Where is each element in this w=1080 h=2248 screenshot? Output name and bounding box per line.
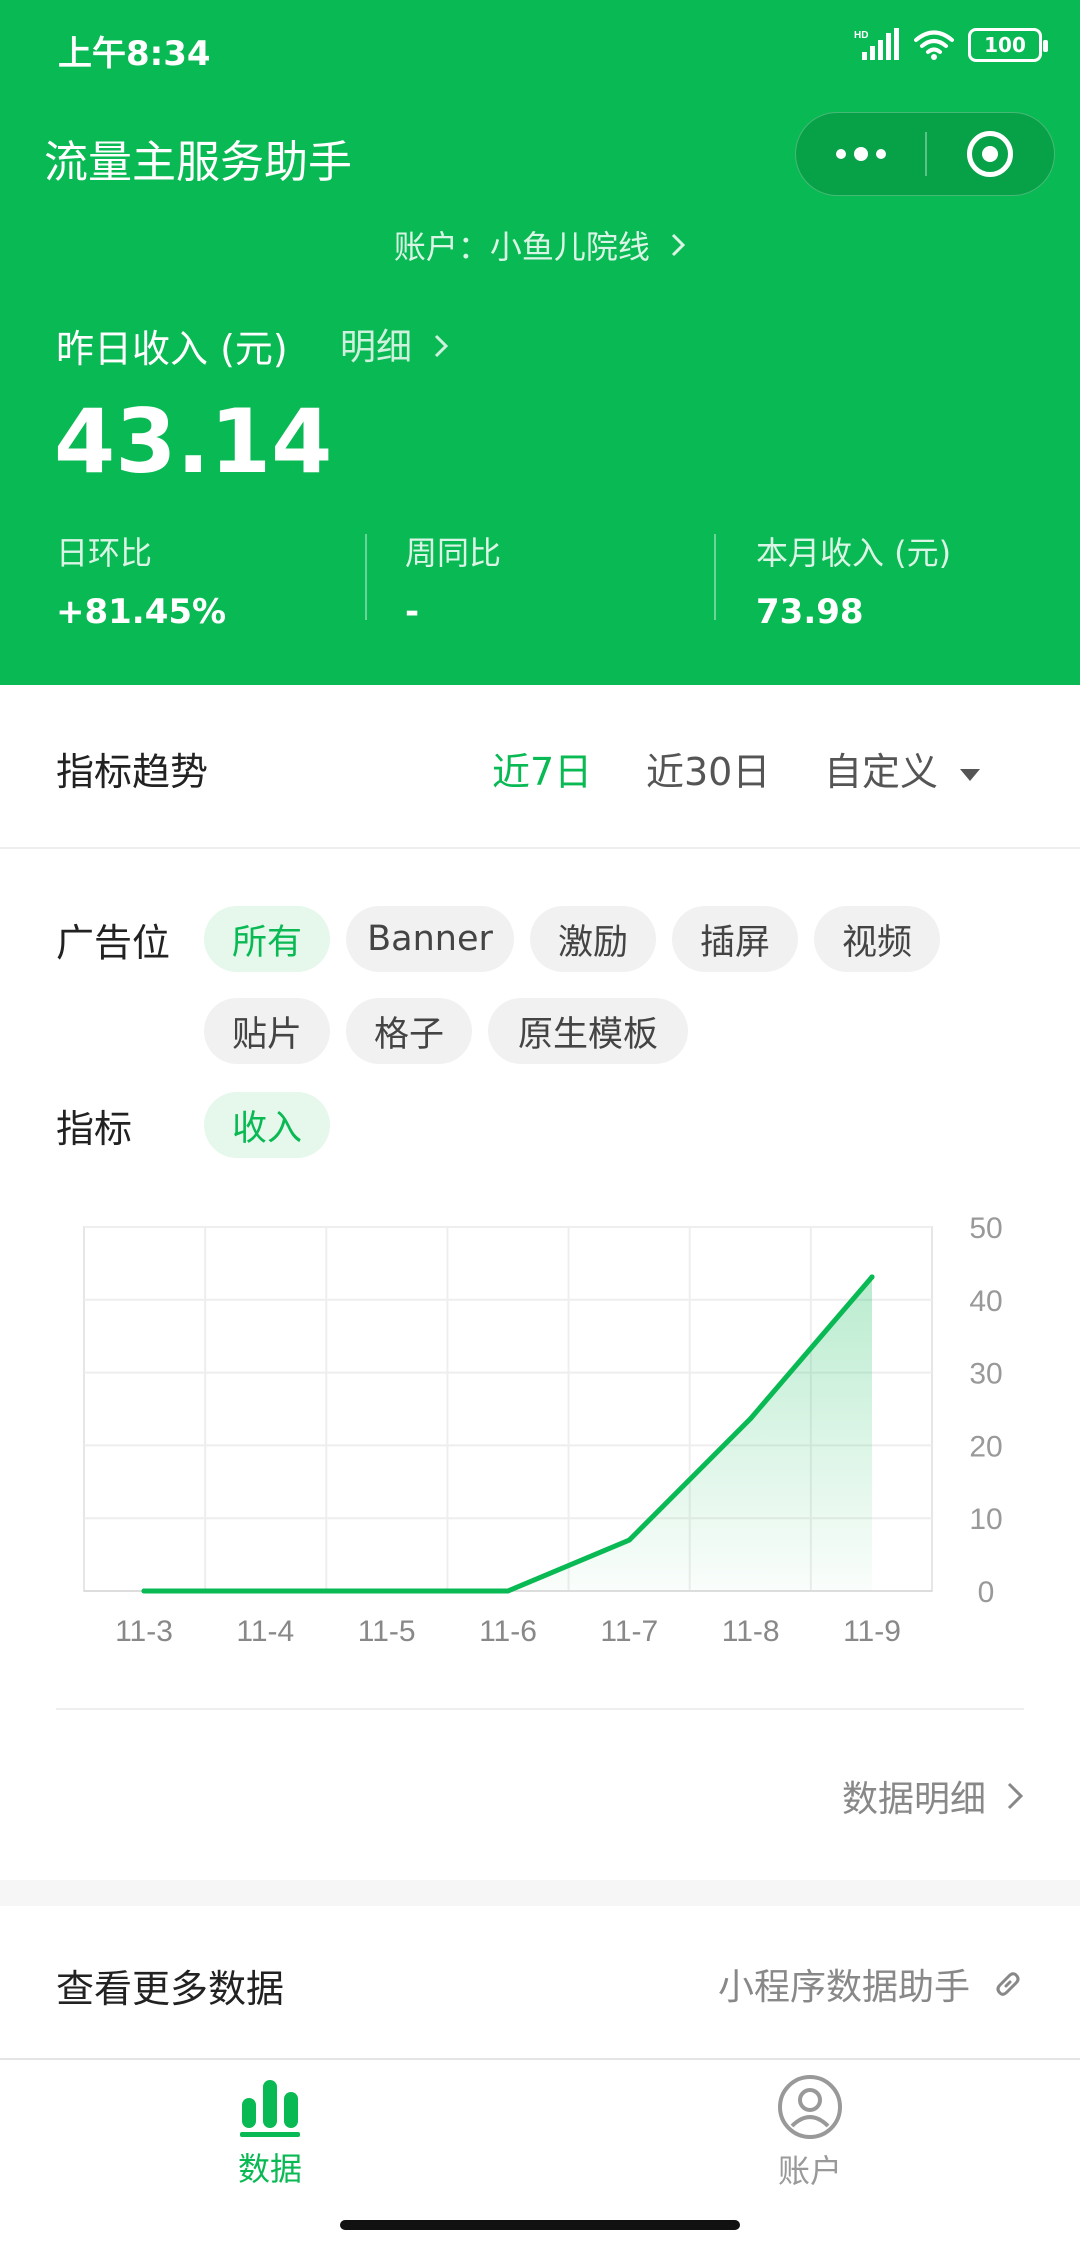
tab-account-label: 账户 (777, 2152, 842, 2190)
trend-header: 指标趋势 近7日 近30日 自定义 (0, 685, 1080, 849)
trend-title: 指标趋势 (56, 750, 209, 794)
stat-label: 日环比 (56, 534, 153, 572)
stat-value: +81.45% (56, 592, 227, 632)
stat-month-income: 本月收入 (元) 73.98 (756, 528, 951, 632)
link-icon (996, 1972, 1020, 1996)
more-button[interactable] (796, 147, 925, 161)
income-trend-chart: 0 10 20 30 40 50 11-3 11-4 11-5 11-6 11-7 11-8 11-9 (83, 1212, 1003, 1648)
chip-ad-incentive[interactable]: 激励 (530, 906, 656, 972)
chevron-right-icon (672, 233, 686, 257)
more-dot-icon (875, 149, 886, 159)
range-tab-7d[interactable]: 近7日 (492, 741, 592, 796)
tab-data-label: 数据 (237, 2150, 302, 2188)
x-tick-label: 11-5 (358, 1615, 416, 1648)
metric-label: 指标 (56, 1107, 133, 1151)
ad-slot-label: 广告位 (56, 921, 171, 965)
chip-ad-banner[interactable]: Banner (346, 906, 514, 972)
stat-week-over-week: 周同比 - (405, 528, 501, 632)
chip-ad-all[interactable]: 所有 (204, 906, 330, 972)
wifi-icon (914, 30, 954, 60)
x-tick-label: 11-8 (722, 1615, 780, 1648)
tab-account[interactable]: 账户 (710, 2074, 910, 2192)
close-icon (967, 131, 1014, 177)
bottom-tabbar: 数据 账户 (0, 2058, 1080, 2204)
y-tick-label: 10 (969, 1503, 1002, 1536)
data-point (748, 1415, 754, 1421)
x-tick-label: 11-4 (236, 1615, 294, 1648)
caret-down-icon (960, 768, 981, 781)
close-button[interactable] (927, 131, 1054, 177)
chip-ad-patch[interactable]: 贴片 (204, 998, 330, 1064)
more-link-label: 小程序数据助手 (717, 1967, 970, 2008)
svg-text:HD: HD (854, 30, 868, 41)
signal-icon: HD (854, 28, 899, 60)
data-point (869, 1274, 875, 1280)
yesterday-income-value: 43.14 (54, 390, 333, 493)
range-tab-custom[interactable]: 自定义 (824, 741, 981, 796)
data-point (626, 1537, 632, 1543)
bar-chart-icon (240, 2080, 300, 2137)
account-switcher[interactable]: 账户：小鱼儿院线 (0, 222, 1080, 268)
income-stats: 日环比 +81.45% 周同比 - 本月收入 (元) 73.98 (0, 528, 1080, 632)
data-point (505, 1588, 511, 1594)
more-dot-icon (853, 147, 868, 161)
more-data-title: 查看更多数据 (56, 1967, 285, 2011)
y-tick-label: 0 (978, 1576, 995, 1609)
range-tab-custom-label: 自定义 (824, 750, 939, 794)
status-time: 上午8:34 (58, 34, 211, 74)
page-title: 流量主服务助手 (44, 137, 352, 188)
tab-data[interactable]: 数据 (170, 2074, 370, 2190)
y-tick-label: 50 (969, 1212, 1002, 1245)
section-gap (0, 1880, 1080, 1906)
more-data-row[interactable]: 查看更多数据 小程序数据助手 (0, 1906, 1080, 2058)
chip-ad-video[interactable]: 视频 (814, 906, 940, 972)
chevron-right-icon (435, 334, 449, 358)
miniprogram-data-helper-link[interactable]: 小程序数据助手 (718, 1958, 1024, 2010)
yesterday-income-label: 昨日收入 (元) (56, 327, 288, 371)
stat-day-over-day: 日环比 +81.45% (56, 528, 226, 632)
battery-icon: 100 (968, 28, 1048, 62)
income-detail-label: 明细 (340, 327, 413, 368)
x-tick-label: 11-7 (600, 1615, 658, 1648)
data-point (141, 1588, 147, 1594)
x-tick-label: 11-9 (843, 1615, 901, 1648)
data-point (384, 1588, 390, 1594)
home-indicator (340, 2220, 740, 2230)
x-tick-label: 11-6 (479, 1615, 537, 1648)
chip-metric-income[interactable]: 收入 (204, 1092, 330, 1158)
status-icons: HD 100 (854, 28, 1048, 62)
data-detail-link[interactable]: 数据明细 (842, 1770, 1024, 1822)
stat-divider (714, 534, 716, 620)
section-divider (56, 1708, 1024, 1710)
miniprogram-capsule (795, 112, 1055, 196)
range-tab-30d[interactable]: 近30日 (646, 741, 770, 796)
y-tick-label: 30 (969, 1358, 1002, 1391)
status-bar: 上午8:34 HD 100 (0, 0, 1080, 96)
y-tick-label: 20 (969, 1430, 1002, 1463)
data-point (262, 1588, 268, 1594)
y-tick-label: 40 (969, 1285, 1002, 1318)
more-dot-icon (835, 149, 846, 159)
income-detail-link[interactable]: 明细 (340, 318, 449, 370)
header: 上午8:34 HD 100 流量主服务助手 账户：小鱼儿院线 昨日收入 (元) … (0, 0, 1080, 685)
x-tick-label: 11-3 (115, 1615, 173, 1648)
account-label: 账户：小鱼儿院线 (393, 228, 650, 266)
data-detail-label: 数据明细 (841, 1779, 986, 1820)
stat-value: - (405, 592, 420, 632)
chip-ad-native-template[interactable]: 原生模板 (488, 998, 688, 1064)
stat-label: 周同比 (405, 534, 502, 572)
chip-ad-interstitial[interactable]: 插屏 (672, 906, 798, 972)
chip-ad-grid[interactable]: 格子 (346, 998, 472, 1064)
chevron-right-icon (1007, 1782, 1024, 1810)
stat-label: 本月收入 (元) (756, 534, 952, 572)
user-icon (778, 2075, 842, 2139)
stat-divider (365, 534, 367, 620)
battery-level: 100 (984, 33, 1026, 57)
series-area (144, 1276, 872, 1591)
stat-value: 73.98 (756, 592, 864, 632)
